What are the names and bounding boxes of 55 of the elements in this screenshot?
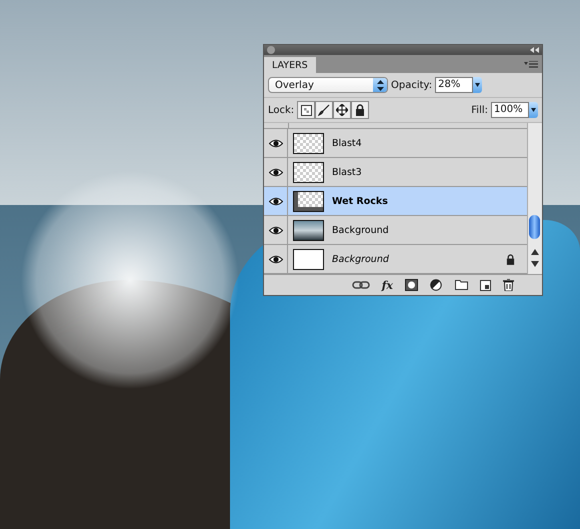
layer-style-button[interactable]: fx [382,278,393,292]
eye-icon[interactable] [268,196,282,206]
scroll-down-icon[interactable] [531,261,539,267]
padlock-icon [506,254,515,264]
eye-icon[interactable] [268,138,282,148]
menu-icon[interactable] [524,60,538,68]
blend-mode-dropdown[interactable]: Overlay [268,77,388,93]
lock-all-button[interactable] [351,101,370,119]
lock-pixels-button[interactable] [315,101,334,119]
layer-thumbnail [292,248,324,270]
link-icon[interactable] [352,281,370,289]
layer-name: Blast4 [332,138,363,148]
move-icon [336,104,348,116]
caret-icon [475,83,480,87]
trash-icon[interactable] [503,279,514,291]
layer-thumbnail [292,220,324,240]
layer-name: Blast3 [332,166,363,178]
layer-row[interactable]: Background [264,245,527,274]
eye-icon[interactable] [268,254,282,264]
eye-icon[interactable] [268,168,282,176]
layer-thumbnail [292,190,324,212]
layer-row[interactable]: Wet Rocks [264,187,527,216]
half-circle-icon[interactable] [430,279,443,291]
scroll-up-icon[interactable] [531,249,539,255]
opacity-label: Opacity: [391,80,432,90]
layer-name: Background [332,224,390,236]
fill-label: Fill: [471,104,488,116]
lock-transparency-button[interactable] [297,101,316,119]
opacity-field[interactable]: 28% [435,77,474,93]
layer-row[interactable]: Background [264,216,527,245]
scrollbar[interactable] [527,123,542,274]
opacity-dropdown-button[interactable] [473,77,482,93]
stepper-icon [373,78,387,92]
fill-dropdown-button[interactable] [529,102,538,118]
scrollbar-thumb[interactable] [529,215,540,239]
layer-thumbnail [292,162,324,182]
new-layer-icon[interactable] [480,280,491,290]
layers-tab[interactable]: LAYERS [264,57,316,73]
checker-icon [300,104,312,116]
collapse-icon[interactable] [530,47,539,53]
layer-name: Background [332,254,390,264]
layer-row[interactable]: Blast3 [264,158,527,187]
eye-icon[interactable] [268,226,282,234]
fill-field[interactable]: 100% [491,102,529,118]
mask-icon[interactable] [405,279,418,291]
layer-row[interactable]: Blast4 [264,129,527,158]
lock-label: Lock: [268,104,294,116]
folder-icon[interactable] [455,280,468,290]
brush-icon [318,104,330,116]
padlock-icon [355,104,366,116]
lock-position-button[interactable] [333,101,352,119]
layer-name: Wet Rocks [332,196,389,206]
caret-icon [531,108,536,112]
close-icon[interactable] [267,46,275,54]
layer-thumbnail [292,132,324,154]
